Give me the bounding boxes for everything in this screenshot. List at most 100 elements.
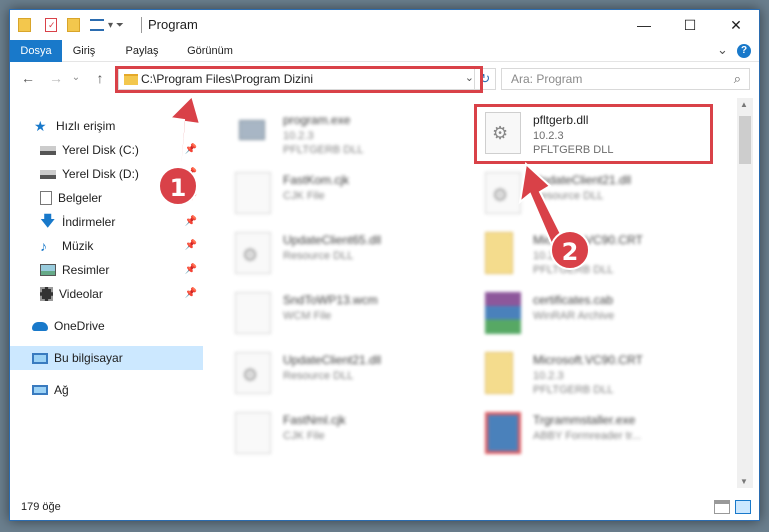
installer-icon — [485, 412, 521, 454]
new-folder-icon[interactable] — [67, 18, 80, 32]
search-icon[interactable]: ⌕ — [734, 71, 741, 87]
file-type: Resource DLL — [533, 190, 604, 202]
pin-icon[interactable]: 📌 — [185, 144, 197, 155]
pictures-icon — [40, 264, 56, 276]
file-item[interactable]: ⚙ UpdateClient21.dll Resource DLL — [215, 344, 455, 404]
exe-icon — [235, 112, 271, 154]
vertical-scrollbar[interactable]: ▲ ▼ — [737, 98, 753, 488]
file-item[interactable]: ⚙ UpdateClient21.dll Resource DLL — [465, 164, 705, 224]
archive-icon — [485, 292, 521, 334]
ribbon-expand-icon[interactable]: ⌄ — [717, 42, 728, 58]
pin-icon[interactable]: 📌 — [185, 216, 197, 227]
file-version: 10.2.3 — [533, 370, 564, 382]
file-type: WCM File — [283, 310, 332, 322]
dll-icon: ⚙ — [235, 352, 271, 394]
file-item[interactable]: FastNml.cjk CJK File — [215, 404, 455, 464]
recent-locations-button[interactable]: ⌄ — [66, 68, 86, 88]
file-item[interactable]: Microsoft.VC90.CRT 10.2.3 PFLTGERB DLL — [465, 344, 705, 404]
drive-icon — [40, 169, 56, 179]
pin-icon[interactable]: 📌 — [185, 240, 197, 251]
tab-dosya[interactable]: Dosya — [10, 40, 62, 62]
scroll-up-icon[interactable]: ▲ — [740, 100, 748, 109]
sidebar-item-pictures[interactable]: Resimler 📌 — [10, 258, 203, 282]
sidebar-item-label: Belgeler — [58, 191, 103, 205]
file-icon — [235, 412, 271, 454]
sidebar-item-music[interactable]: ♪ Müzik 📌 — [10, 234, 203, 258]
star-icon: ★ — [34, 118, 47, 134]
sidebar-item-label: Ağ — [54, 383, 69, 397]
computer-icon — [32, 352, 48, 364]
file-item[interactable]: program.exe 10.2.3 PFLTGERB DLL — [215, 104, 455, 164]
sidebar-item-label: Yerel Disk (C:) — [62, 143, 139, 157]
file-item[interactable]: Trgrammstaller.exe ABBY Formreader tr... — [465, 404, 705, 464]
navigation-pane: ★ Hızlı erişim Yerel Disk (C:) 📌 Yerel D… — [10, 98, 203, 488]
file-item[interactable]: ⚙ UpdateClient65.dll Resource DLL — [215, 224, 455, 284]
close-button[interactable]: ✕ — [713, 10, 759, 40]
file-item[interactable]: certificates.cab WinRAR Archive — [465, 284, 705, 344]
step-2-badge: 2 — [550, 230, 590, 270]
forward-button[interactable]: → — [46, 68, 66, 88]
view-icon[interactable] — [90, 19, 104, 31]
file-icon — [235, 172, 271, 214]
back-button[interactable]: ← — [18, 68, 38, 88]
file-name: Microsoft.VC90.CRT — [533, 353, 643, 367]
drive-icon — [40, 145, 56, 155]
pin-icon[interactable]: 📌 — [185, 264, 197, 275]
search-placeholder: Ara: Program — [511, 72, 583, 86]
file-description: PFLTGERB DLL — [283, 144, 364, 156]
sidebar-item-videos[interactable]: Videolar 📌 — [10, 282, 203, 306]
properties-icon[interactable]: ✓ — [45, 18, 57, 32]
file-item[interactable]: SndToWP13.wcm WCM File — [215, 284, 455, 344]
window-title: Program — [148, 17, 198, 32]
cloud-icon — [32, 321, 48, 331]
file-type: CJK File — [283, 190, 325, 202]
pin-icon[interactable]: 📌 — [185, 288, 197, 299]
file-type: CJK File — [283, 430, 325, 442]
tab-paylas[interactable]: Paylaş — [120, 40, 164, 62]
scrollbar-thumb[interactable] — [739, 116, 751, 164]
file-type: Resource DLL — [283, 250, 354, 262]
file-version: 10.2.3 — [283, 130, 314, 142]
tab-gorunum[interactable]: Görünüm — [180, 40, 240, 62]
customize-dropdown-icon[interactable]: ▾ ⏷ — [108, 20, 124, 31]
sidebar-item-label: Resimler — [62, 263, 110, 277]
file-name: UpdateClient21.dll — [533, 173, 632, 187]
sidebar-item-onedrive[interactable]: OneDrive — [10, 314, 203, 338]
download-icon: 🡇 — [40, 213, 56, 230]
sidebar-item-quick-access[interactable]: ★ Hızlı erişim — [10, 114, 203, 138]
file-name: FastKom.cjk — [283, 173, 350, 187]
help-icon[interactable]: ? — [737, 44, 751, 58]
folder-icon — [485, 352, 513, 394]
tiles-view-icon[interactable] — [735, 500, 751, 514]
sidebar-item-label: Bu bilgisayar — [54, 351, 123, 365]
documents-icon — [40, 191, 52, 205]
file-name: certificates.cab — [533, 293, 614, 307]
address-bar-highlight — [115, 66, 483, 93]
minimize-button[interactable]: — — [621, 10, 667, 40]
file-name: UpdateClient65.dll — [283, 233, 382, 247]
tab-giris[interactable]: Giriş — [64, 40, 104, 62]
sidebar-item-label: İndirmeler — [62, 215, 116, 229]
maximize-button[interactable]: ☐ — [667, 10, 713, 40]
sidebar-item-this-pc[interactable]: Bu bilgisayar — [10, 346, 203, 370]
sidebar-item-local-disk-c[interactable]: Yerel Disk (C:) 📌 — [10, 138, 203, 162]
music-icon: ♪ — [40, 238, 47, 254]
sidebar-item-downloads[interactable]: 🡇 İndirmeler 📌 — [10, 210, 203, 234]
search-box[interactable]: Ara: Program ⌕ — [501, 68, 750, 90]
sidebar-item-label: Videolar — [59, 287, 103, 301]
file-name: Trgrammstaller.exe — [533, 413, 636, 427]
file-highlight — [474, 104, 713, 164]
file-item[interactable]: FastKom.cjk CJK File — [215, 164, 455, 224]
sidebar-item-label: Hızlı erişim — [56, 119, 116, 133]
title-divider — [141, 17, 142, 33]
ribbon-tabs: Dosya Giriş Paylaş Görünüm ⌄ ? — [10, 40, 759, 62]
sidebar-item-network[interactable]: Ağ — [10, 378, 203, 402]
scroll-down-icon[interactable]: ▼ — [740, 477, 748, 486]
folder-icon[interactable] — [18, 18, 31, 32]
up-button[interactable]: ↑ — [90, 68, 110, 88]
details-view-icon[interactable] — [714, 500, 730, 514]
title-bar: ✓ ▾ ⏷ Program — ☐ ✕ — [10, 10, 759, 40]
file-type: Resource DLL — [283, 370, 354, 382]
status-bar: 179 öğe — [10, 496, 759, 520]
file-name: FastNml.cjk — [283, 413, 346, 427]
